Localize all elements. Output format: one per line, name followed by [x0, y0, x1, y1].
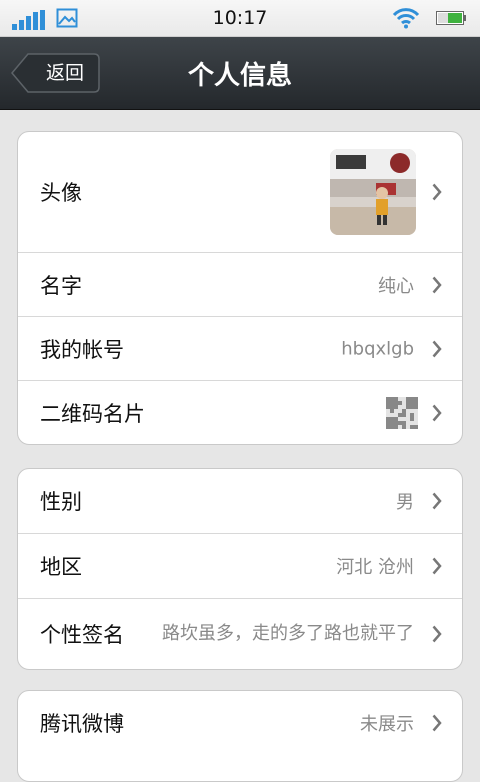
row-account[interactable]: 我的帐号 hbqxlgb: [18, 317, 462, 381]
status-bar: 10:17: [0, 0, 480, 37]
signature-label: 个性签名: [40, 623, 124, 647]
profile-group-social: 腾讯微博 未展示: [17, 690, 463, 782]
row-avatar[interactable]: 头像: [18, 132, 462, 253]
chevron-right-icon: [432, 625, 442, 643]
weibo-value: 未展示: [360, 714, 414, 735]
qr-code-icon: [386, 396, 418, 429]
row-tencent-weibo[interactable]: 腾讯微博 未展示: [18, 691, 462, 755]
profile-group-personal: 性别 男 地区 河北 沧州 个性签名 路坎虽多，走的多了路也就平了: [17, 468, 463, 670]
chevron-right-icon: [432, 557, 442, 575]
chevron-right-icon: [432, 492, 442, 510]
chevron-right-icon: [432, 404, 442, 421]
wifi-icon: [392, 8, 420, 29]
chevron-right-icon: [432, 714, 442, 732]
row-signature[interactable]: 个性签名 路坎虽多，走的多了路也就平了: [18, 599, 462, 669]
region-value: 河北 沧州: [336, 557, 414, 578]
account-label: 我的帐号: [40, 337, 124, 362]
qr-card-label: 二维码名片: [40, 401, 145, 426]
signature-value: 路坎虽多，走的多了路也就平了: [162, 623, 414, 644]
row-qr-card[interactable]: 二维码名片: [18, 381, 462, 444]
name-value: 纯心: [378, 275, 414, 297]
gender-label: 性别: [40, 490, 82, 514]
region-label: 地区: [40, 555, 82, 579]
row-name[interactable]: 名字 纯心: [18, 253, 462, 317]
chevron-right-icon: [432, 183, 442, 201]
gender-value: 男: [396, 492, 414, 513]
row-region[interactable]: 地区 河北 沧州: [18, 534, 462, 599]
chevron-right-icon: [432, 340, 442, 357]
weibo-label: 腾讯微博: [40, 712, 124, 736]
chevron-right-icon: [432, 276, 442, 293]
battery-icon: [436, 11, 466, 25]
navigation-bar: 返回 个人信息: [0, 37, 480, 110]
profile-group-basic: 头像 名字 纯心 我的帐号 hbqxlgb 二维码名片: [17, 131, 463, 445]
avatar: [330, 149, 416, 235]
avatar-label: 头像: [40, 181, 82, 205]
name-label: 名字: [40, 273, 82, 298]
account-value: hbqxlgb: [341, 338, 414, 359]
page-title: 个人信息: [187, 61, 292, 91]
row-gender[interactable]: 性别 男: [18, 469, 462, 534]
